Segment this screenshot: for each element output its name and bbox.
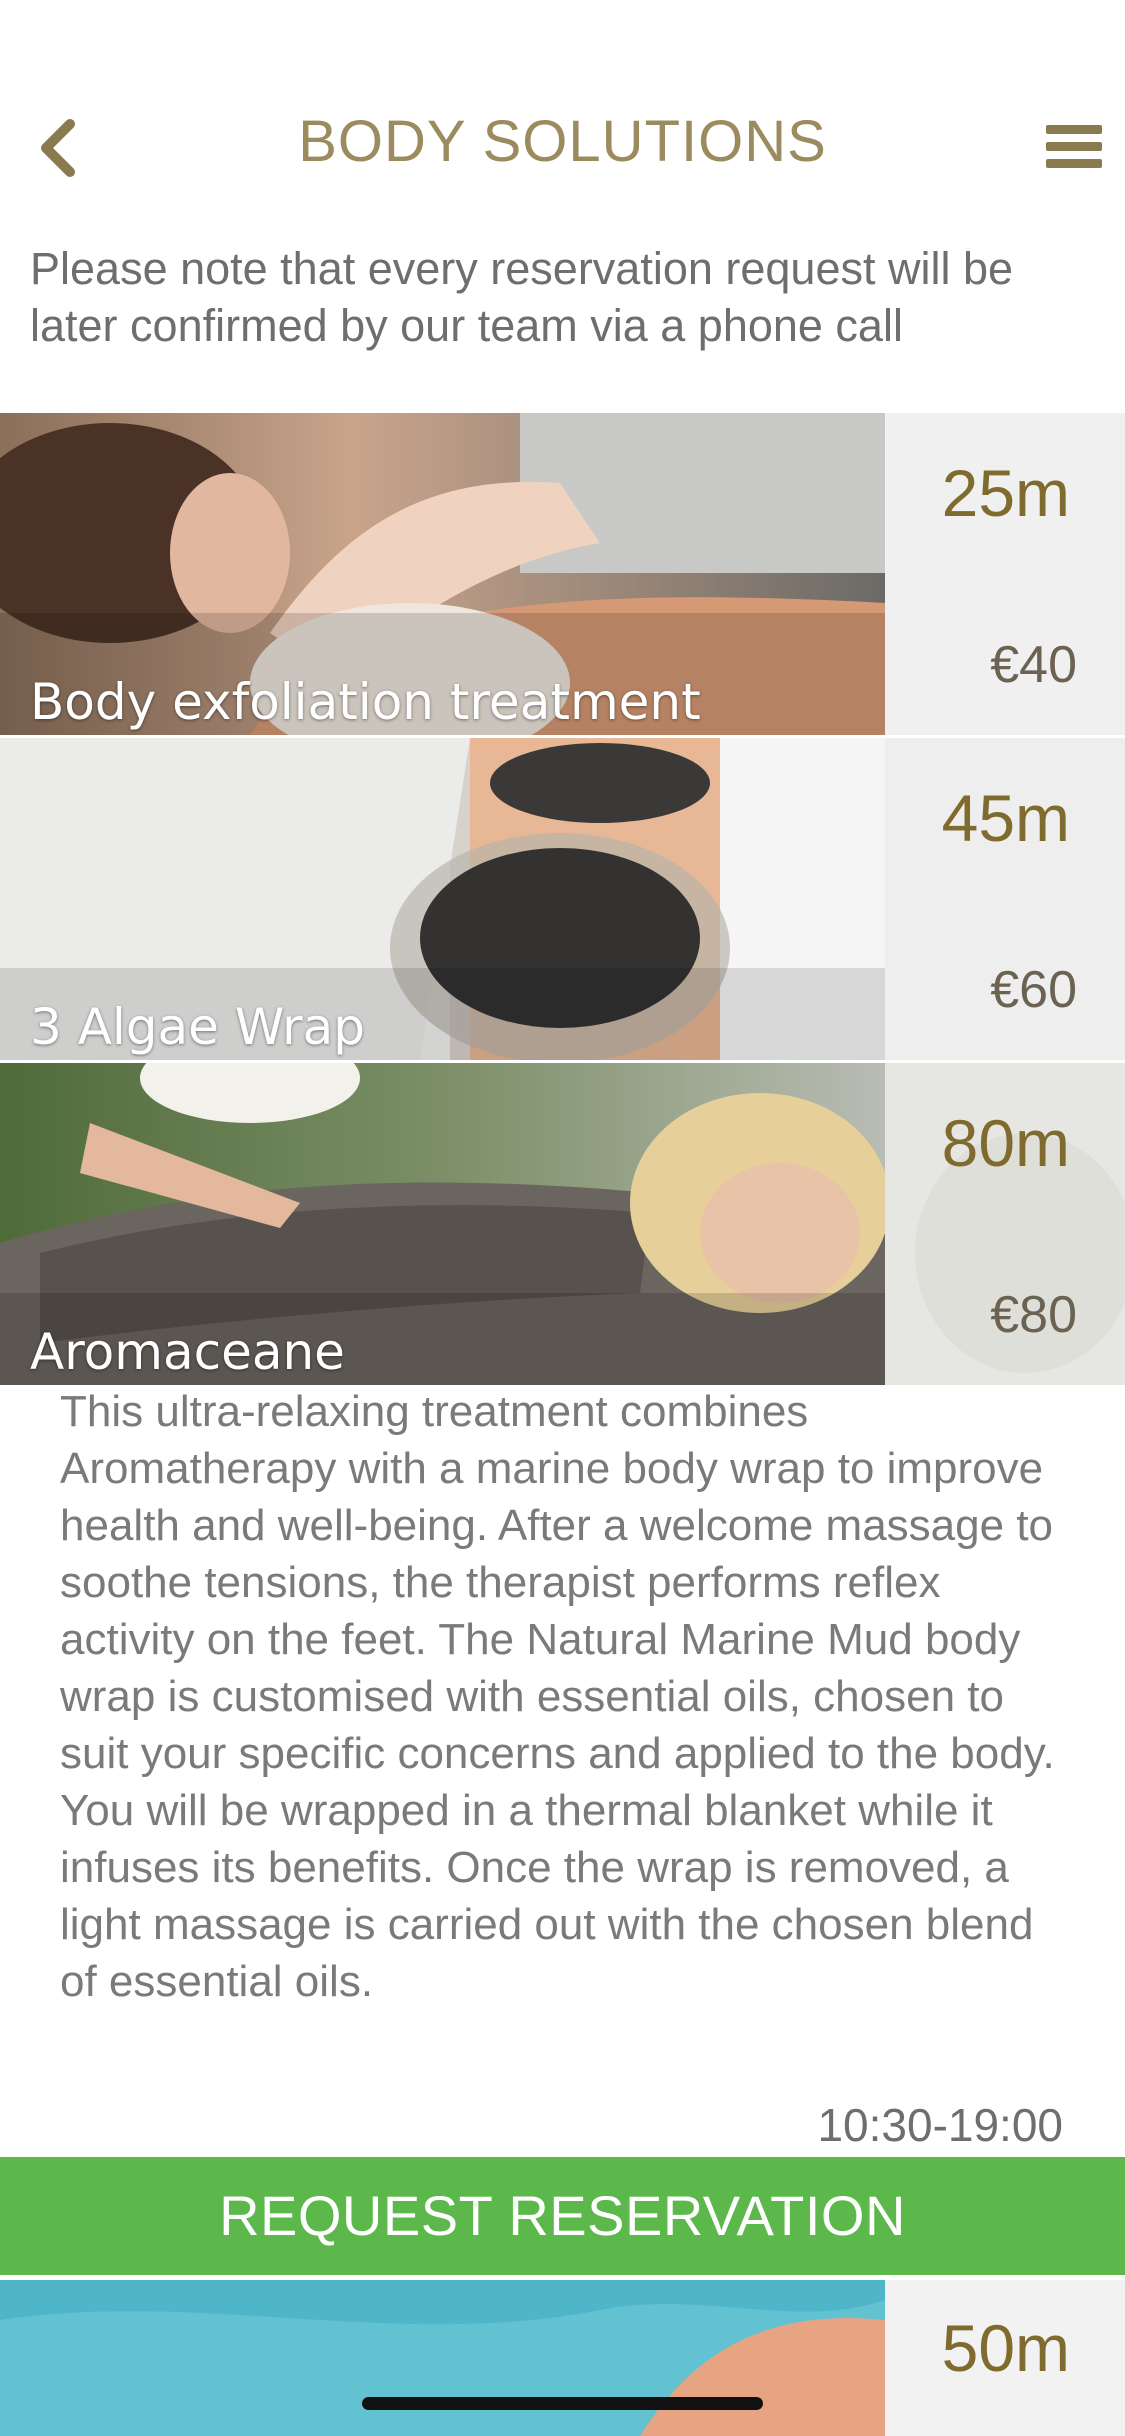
request-reservation-button[interactable]: REQUEST RESERVATION xyxy=(0,2157,1125,2275)
treatment-info-panel: 25m €40 xyxy=(885,413,1125,735)
treatment-info-panel: 50m xyxy=(885,2280,1125,2436)
page-title: BODY SOLUTIONS xyxy=(298,109,827,174)
reservation-note: Please note that every reservation reque… xyxy=(30,243,1014,351)
treatment-description: This ultra-relaxing treatment combines A… xyxy=(60,1387,1055,2006)
app-header: BODY SOLUTIONS xyxy=(0,0,1125,230)
treatment-price: €60 xyxy=(990,961,1077,1019)
treatment-name: 3 Algae Wrap xyxy=(30,998,365,1056)
menu-button[interactable] xyxy=(1046,125,1102,175)
hamburger-menu-icon xyxy=(1046,125,1102,168)
treatment-card[interactable]: 50m xyxy=(0,2280,1125,2436)
treatment-image xyxy=(0,2280,885,2436)
treatment-duration: 50m xyxy=(941,2311,1070,2385)
treatment-card[interactable]: Body exfoliation treatment 25m €40 xyxy=(0,413,1125,735)
treatment-duration: 80m xyxy=(941,1106,1070,1180)
treatment-card[interactable]: Aromaceane 80m €80 xyxy=(0,1063,1125,1385)
opening-hours: 10:30-19:00 xyxy=(817,2099,1063,2151)
treatment-price: €80 xyxy=(990,1286,1077,1344)
treatment-duration: 45m xyxy=(941,781,1070,855)
treatment-info-panel: 45m €60 xyxy=(885,738,1125,1060)
treatment-duration: 25m xyxy=(941,456,1070,530)
treatment-card[interactable]: 3 Algae Wrap 45m €60 xyxy=(0,738,1125,1060)
treatment-name: Body exfoliation treatment xyxy=(30,673,701,731)
treatment-price: €40 xyxy=(990,636,1077,694)
treatment-info-panel: 80m €80 xyxy=(885,1063,1125,1385)
home-indicator xyxy=(362,2397,763,2410)
treatment-name: Aromaceane xyxy=(30,1323,345,1381)
